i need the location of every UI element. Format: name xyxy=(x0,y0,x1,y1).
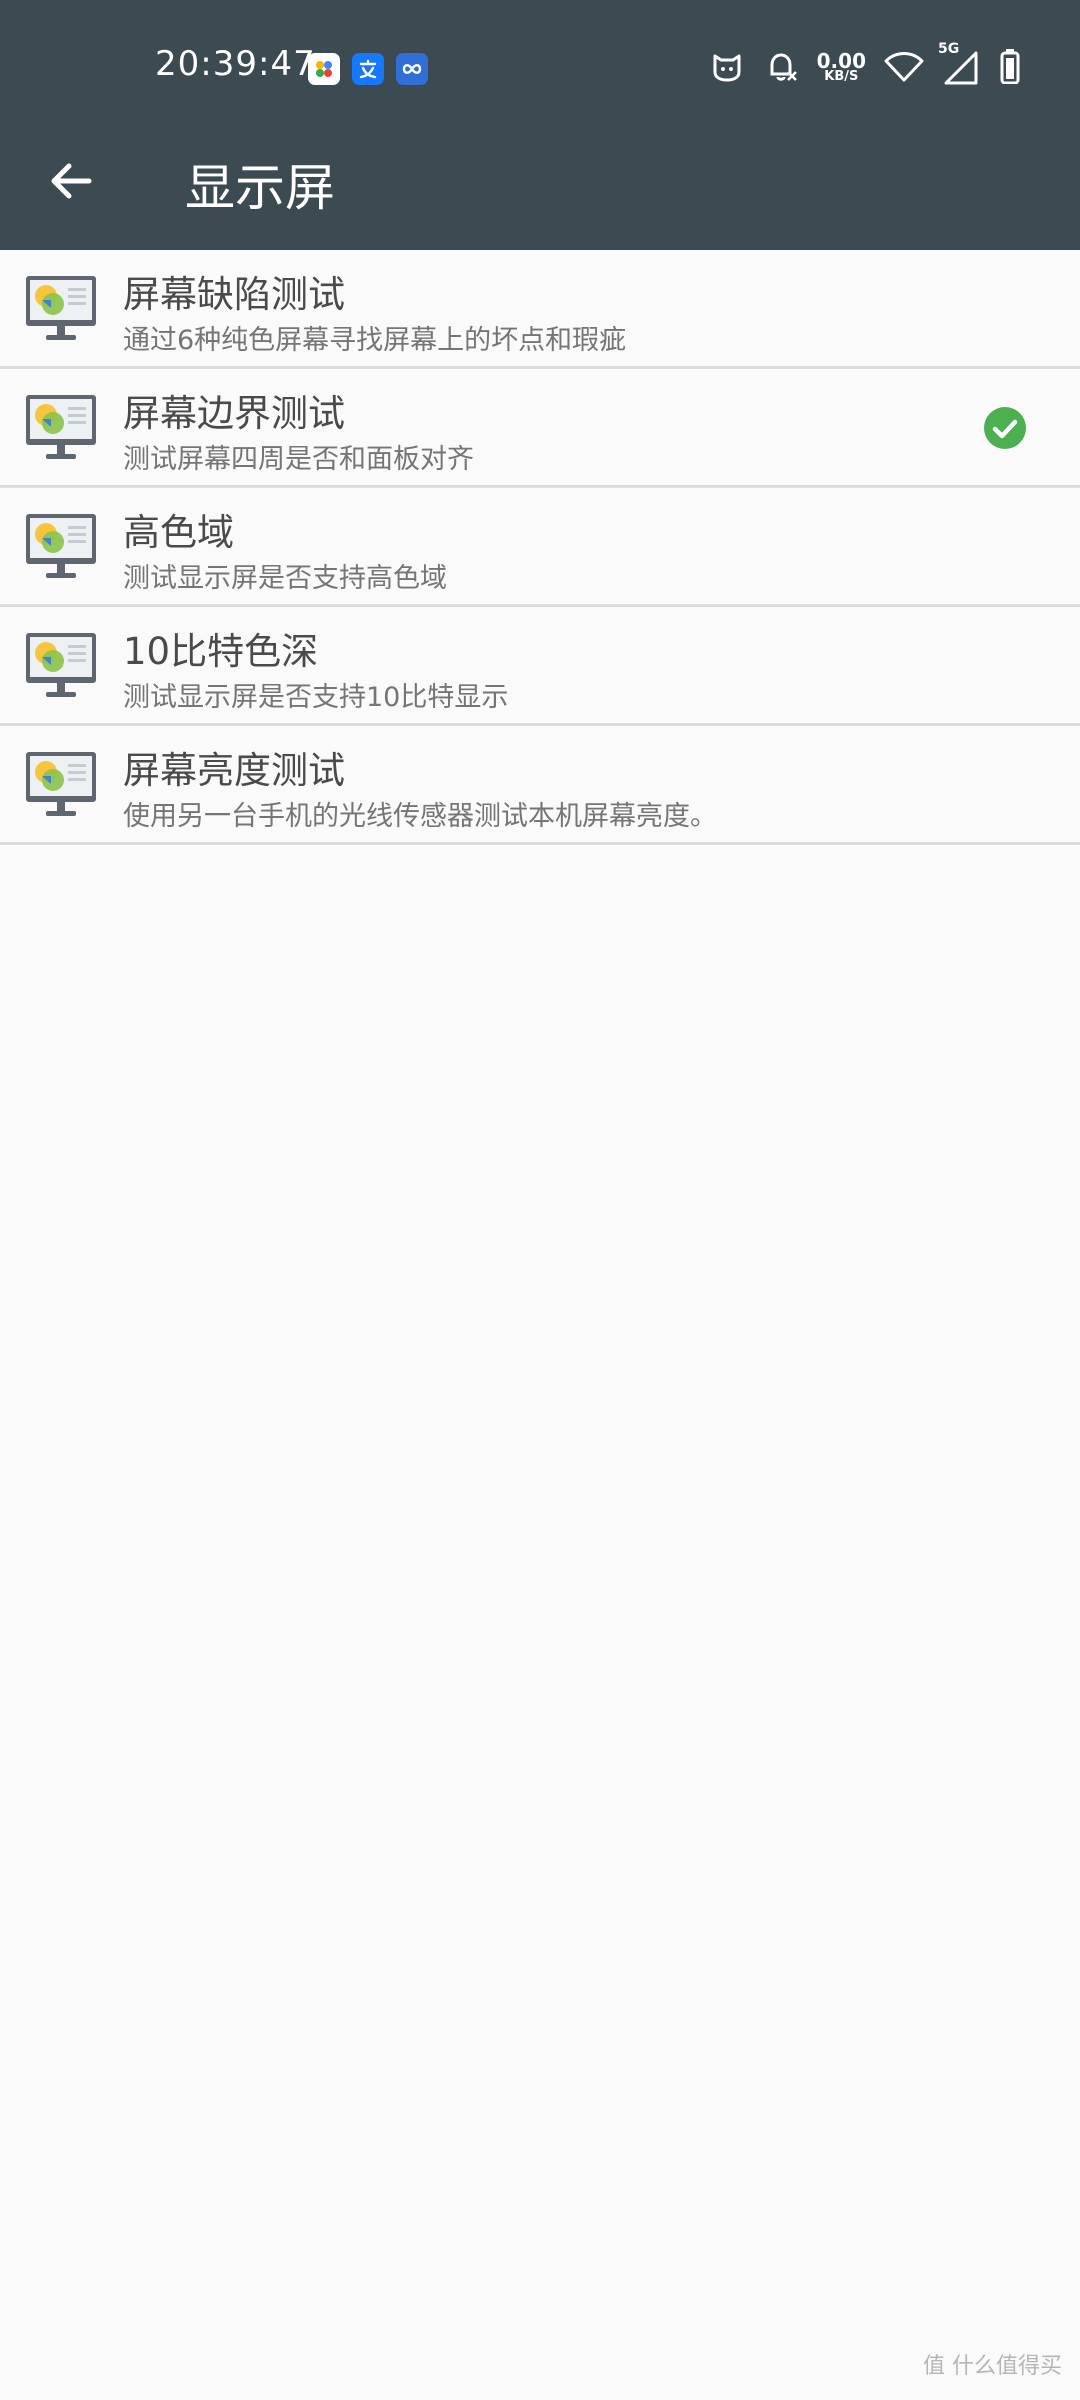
app-header: 20:39:47 0.00 KB/S 5G 显示屏 xyxy=(0,0,1080,250)
status-right-group: 0.00 KB/S 5G xyxy=(709,41,1020,88)
monitor-icon xyxy=(26,752,96,816)
alipay-icon xyxy=(352,53,384,85)
infinity-app-icon xyxy=(396,53,428,85)
net-speed-value: 0.00 xyxy=(816,49,866,73)
flower-app-icon xyxy=(308,53,340,85)
net-speed-unit: KB/S xyxy=(824,69,859,84)
net-speed: 0.00 KB/S xyxy=(816,49,866,84)
arrow-left-icon xyxy=(51,163,92,199)
monitor-icon xyxy=(26,633,96,697)
list-item-screen-border[interactable]: 屏幕边界测试 测试屏幕四周是否和面板对齐 xyxy=(0,369,1080,488)
item-description: 测试屏幕四周是否和面板对齐 xyxy=(123,444,474,475)
test-list: 屏幕缺陷测试 通过6种纯色屏幕寻找屏幕上的坏点和瑕疵 屏幕边界测试 测试屏幕四周… xyxy=(0,250,1080,845)
battery-icon xyxy=(1000,48,1020,88)
item-description: 通过6种纯色屏幕寻找屏幕上的坏点和瑕疵 xyxy=(123,325,627,356)
list-item-screen-brightness[interactable]: 屏幕亮度测试 使用另一台手机的光线传感器测试本机屏幕亮度。 xyxy=(0,726,1080,845)
item-title: 10比特色深 xyxy=(123,630,319,673)
bell-muted-icon xyxy=(763,48,799,88)
network-type-label: 5G xyxy=(938,41,960,57)
check-circle-icon xyxy=(984,407,1026,449)
item-title: 屏幕缺陷测试 xyxy=(123,273,345,316)
back-button[interactable] xyxy=(40,150,102,212)
wifi-icon xyxy=(884,49,924,87)
monitor-icon xyxy=(26,276,96,340)
item-title: 高色域 xyxy=(123,511,234,554)
page-title: 显示屏 xyxy=(185,159,335,217)
list-item-screen-defect[interactable]: 屏幕缺陷测试 通过6种纯色屏幕寻找屏幕上的坏点和瑕疵 xyxy=(0,250,1080,369)
monitor-icon xyxy=(26,514,96,578)
item-description: 测试显示屏是否支持10比特显示 xyxy=(123,682,509,713)
list-item-10bit-color-depth[interactable]: 10比特色深 测试显示屏是否支持10比特显示 xyxy=(0,607,1080,726)
item-description: 测试显示屏是否支持高色域 xyxy=(123,563,447,594)
item-description: 使用另一台手机的光线传感器测试本机屏幕亮度。 xyxy=(123,801,717,832)
face-icon xyxy=(709,48,745,88)
item-title: 屏幕亮度测试 xyxy=(123,749,345,792)
watermark: 值 什么值得买 xyxy=(923,2354,1062,2379)
monitor-icon xyxy=(26,395,96,459)
item-title: 屏幕边界测试 xyxy=(123,392,345,435)
status-time: 20:39:47 xyxy=(155,44,316,84)
list-item-wide-color-gamut[interactable]: 高色域 测试显示屏是否支持高色域 xyxy=(0,488,1080,607)
signal-5g-icon: 5G xyxy=(938,41,982,87)
